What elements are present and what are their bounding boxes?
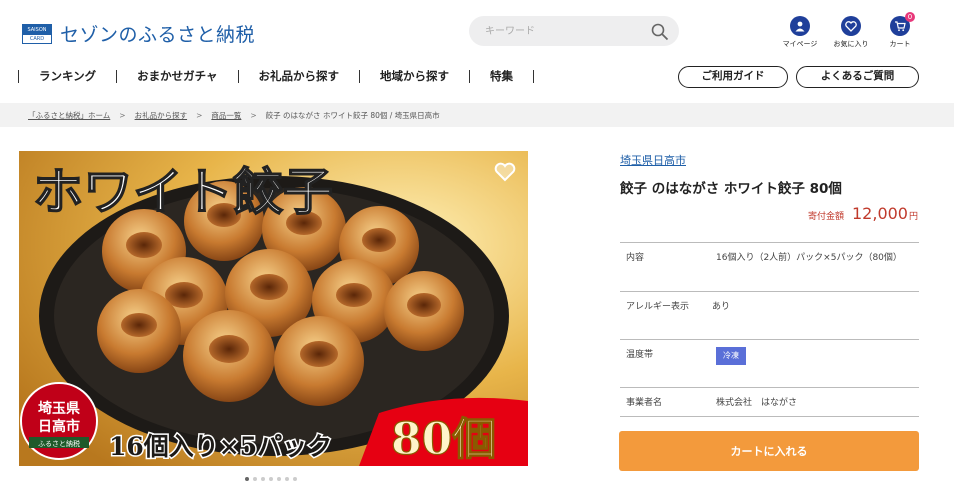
spec-table: 内容 16個入り（2人前）パック×5パック（80個） アレルギー表示 あり 温度… [620,242,919,417]
nav-item-ranking[interactable]: ランキング [19,68,116,84]
saison-card-logo: SAISON CARD [22,23,52,44]
mypage-label: マイページ [782,40,818,48]
site-logo[interactable]: SAISON CARD セゾンのふるさと納税 [22,20,255,47]
nav-item-features[interactable]: 特集 [470,68,533,84]
carousel-dot[interactable] [245,477,249,481]
price-block: 寄付金額 12,000 円 [808,204,918,223]
price-value: 12,000 [852,204,908,223]
nav-item-gacha[interactable]: おまかせガチャ [117,68,237,84]
spec-key: 温度帯 [626,350,654,360]
mypage-link[interactable]: マイページ [775,16,825,49]
svg-text:日高市: 日高市 [38,418,80,435]
search-icon[interactable] [651,23,669,45]
search-input[interactable] [485,22,645,40]
spec-row: 内容 16個入り（2人前）パック×5パック（80個） [620,243,919,292]
carousel-dot[interactable] [293,477,297,481]
spec-value: 株式会社 はながさ [716,398,798,408]
photo-headline: ホワイト餃子 [33,163,333,221]
breadcrumb-gifts[interactable]: お礼品から探す [135,110,188,121]
carousel-dot[interactable] [253,477,257,481]
image-carousel-dots[interactable] [245,477,297,481]
favorites-link[interactable]: お気に入り [826,16,876,49]
gyoza-illustration: ホワイト餃子 80個 16個入り×5パック 埼玉県 日高市 ふるさと納税 [19,151,528,466]
spec-value: 16個入り（2人前）パック×5パック（80個） [716,253,902,263]
spec-key: 内容 [626,253,645,263]
breadcrumb-current: 餃子 のはながさ ホワイト餃子 80個 / 埼玉県日高市 [265,111,440,120]
heart-icon [841,16,861,36]
carousel-dot[interactable] [285,477,289,481]
faq-button[interactable]: よくあるご質問 [796,66,919,88]
product-image[interactable]: ホワイト餃子 80個 16個入り×5パック 埼玉県 日高市 ふるさと納税 [19,151,528,466]
nav-divider [533,69,535,83]
cart-link[interactable]: 0 カート [875,12,925,49]
carousel-dot[interactable] [269,477,273,481]
guide-button[interactable]: ご利用ガイド [678,66,788,88]
logo-text: セゾンのふるさと納税 [60,24,256,46]
nav-item-region[interactable]: 地域から探す [360,68,469,84]
spec-value: 冷凍 [716,340,919,387]
breadcrumb-home[interactable]: 「ふるさと納税」ホーム [28,110,110,121]
spec-row: 事業者名 株式会社 はながさ [620,388,919,417]
region-link[interactable]: 埼玉県日高市 [620,152,686,168]
breadcrumb-separator: > [250,111,257,120]
carousel-dot[interactable] [277,477,281,481]
price-label: 寄付金額 [807,212,844,222]
favorites-label: お気に入り [833,40,869,48]
carousel-dot[interactable] [261,477,265,481]
product-title: 餃子 のはながさ ホワイト餃子 80個 [620,181,842,197]
hidaka-seal: 埼玉県 日高市 ふるさと納税 [20,382,98,460]
add-to-cart-button[interactable]: カートに入れる [619,431,919,471]
cart-label: カート [889,40,911,48]
spec-value: あり [712,302,731,312]
logo-card-top: SAISON [23,24,51,35]
user-icon [790,16,810,36]
favorite-heart-icon[interactable] [494,162,516,186]
price-unit: 円 [908,212,918,222]
main-nav: ランキング おまかせガチャ お礼品から探す 地域から探す 特集 [18,66,535,86]
cart-icon: 0 [890,12,915,36]
breadcrumb: 「ふるさと納税」ホーム > お礼品から探す > 商品一覧 > 餃子 のはながさ … [0,103,954,127]
photo-pack-text: 16個入り×5パック [109,432,332,461]
spec-row: アレルギー表示 あり [620,292,919,340]
cart-count-badge: 0 [905,12,915,22]
spec-key: 事業者名 [626,398,663,408]
photo-count: 80個 [391,414,496,465]
spec-row: 温度帯 冷凍 [620,340,919,388]
logo-card-bottom: CARD [29,35,45,42]
spec-key: アレルギー表示 [626,302,690,312]
temperature-tag: 冷凍 [716,347,746,365]
svg-text:埼玉県: 埼玉県 [38,400,80,417]
breadcrumb-separator: > [119,111,126,120]
search-box[interactable] [469,16,679,46]
breadcrumb-separator: > [196,111,203,120]
nav-item-gifts[interactable]: お礼品から探す [239,68,360,84]
breadcrumb-list[interactable]: 商品一覧 [211,110,241,121]
svg-text:ふるさと納税: ふるさと納税 [38,439,80,448]
